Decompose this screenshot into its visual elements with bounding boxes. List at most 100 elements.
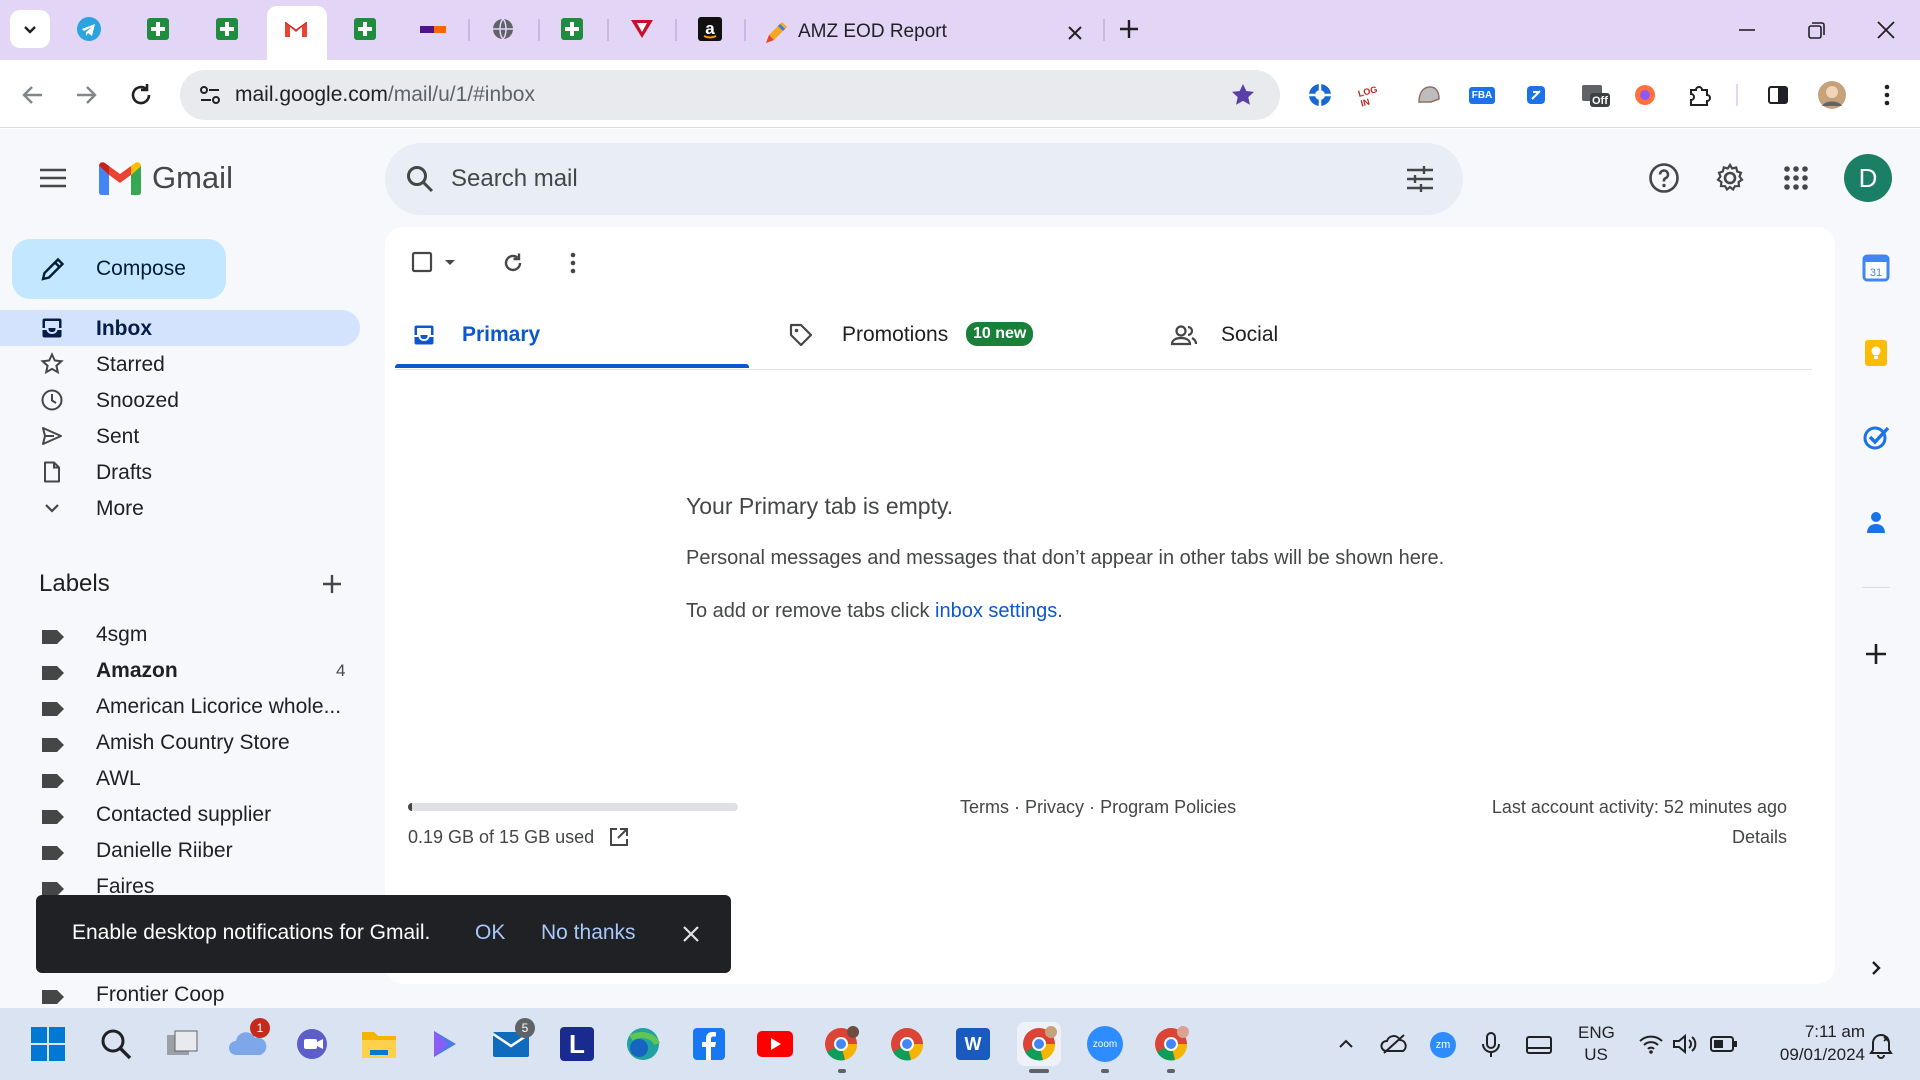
storage-usage[interactable]: 0.19 GB of 15 GB used [408, 826, 630, 848]
minimize-window-button[interactable] [1735, 20, 1759, 40]
support-button[interactable] [1648, 162, 1680, 194]
external-link-icon[interactable] [608, 826, 630, 848]
sheets-tab-icon[interactable] [350, 14, 380, 44]
microphone-icon[interactable] [1480, 1031, 1502, 1059]
main-menu-button[interactable] [38, 166, 68, 190]
weather-app[interactable]: 1 [226, 1018, 270, 1066]
address-bar[interactable]: mail.google.com/mail/u/1/#inbox [180, 70, 1280, 120]
chrome-profile-app[interactable] [819, 1022, 863, 1066]
details-link[interactable]: Details [1732, 827, 1787, 848]
account-avatar[interactable]: D [1844, 154, 1892, 202]
sheets-tab-icon[interactable] [212, 14, 242, 44]
extensions-puzzle-icon[interactable] [1684, 80, 1714, 110]
keep-app-icon[interactable] [1861, 338, 1891, 368]
mail-app[interactable]: 5 [489, 1018, 535, 1066]
sidebar-item-more[interactable]: More [0, 490, 360, 526]
chrome-profile-app-2[interactable] [1149, 1022, 1193, 1066]
tab-social[interactable]: Social [1160, 297, 1514, 369]
close-window-button[interactable] [1875, 19, 1897, 41]
caret-down-icon[interactable] [442, 254, 458, 270]
inbox-settings-link[interactable]: inbox settings [935, 600, 1057, 622]
language-indicator[interactable]: ENG US [1578, 1022, 1615, 1066]
back-button[interactable] [20, 82, 46, 108]
sidebar-item-inbox[interactable]: Inbox [0, 310, 360, 346]
tab-promotions[interactable]: Promotions 10 new [778, 297, 1132, 369]
settings-button[interactable] [1714, 162, 1746, 194]
label-item[interactable]: AWL [0, 761, 360, 797]
volume-icon[interactable] [1672, 1033, 1698, 1055]
edge-app[interactable] [621, 1022, 665, 1066]
extension-login-icon[interactable]: LOG IN [1357, 80, 1389, 110]
more-actions-button[interactable] [569, 251, 577, 275]
label-item[interactable]: Contacted supplier [0, 797, 360, 833]
gmail-logo[interactable]: Gmail [96, 160, 233, 196]
extension-lifebuoy-icon[interactable] [1305, 80, 1335, 110]
start-button[interactable] [26, 1022, 70, 1066]
show-hidden-icons-button[interactable] [1336, 1034, 1356, 1054]
label-item[interactable]: Danielle Riiber [0, 833, 360, 869]
chrome-menu-icon[interactable] [1872, 80, 1902, 110]
zoom-app[interactable]: zoom [1083, 1022, 1127, 1066]
sidebar-item-snoozed[interactable]: Snoozed [0, 382, 360, 418]
label-item[interactable]: 4sgm [0, 617, 360, 653]
facebook-app[interactable] [687, 1022, 731, 1066]
new-tab-button[interactable] [1116, 16, 1142, 42]
site-info-icon[interactable] [198, 84, 222, 106]
google-apps-button[interactable] [1783, 165, 1809, 191]
copilot-app[interactable] [423, 1022, 467, 1066]
calendar-app-icon[interactable]: 31 [1861, 253, 1891, 283]
program-policies-link[interactable]: Program Policies [1100, 797, 1236, 817]
globe-tab-icon[interactable] [488, 14, 518, 44]
sheets-tab-icon[interactable] [143, 14, 173, 44]
snackbar-no-thanks-button[interactable]: No thanks [541, 921, 636, 945]
clock[interactable]: 7:11 am 09/01/2024 [1755, 1020, 1865, 1066]
avalanche-tab-icon[interactable] [627, 14, 657, 44]
extension-firefox-icon[interactable] [1630, 80, 1660, 110]
amz-eod-report-tab[interactable]: AMZ EOD Report [752, 6, 1090, 60]
search-options-icon[interactable] [1405, 165, 1435, 193]
tab-primary[interactable]: Primary [395, 297, 749, 369]
fedex-tab-icon[interactable] [419, 14, 449, 44]
tab-search-button[interactable] [10, 10, 50, 48]
label-item[interactable]: Amazon 4 [0, 653, 360, 689]
contacts-app-icon[interactable] [1861, 507, 1891, 537]
extension-tag-icon[interactable] [1521, 80, 1551, 110]
taskbar-search-button[interactable] [94, 1022, 138, 1066]
teams-app[interactable] [291, 1022, 335, 1066]
profile-avatar-icon[interactable] [1817, 80, 1847, 110]
chrome-profile-active-app[interactable] [1017, 1022, 1061, 1066]
word-app[interactable]: W [951, 1022, 995, 1066]
label-item[interactable]: American Licorice whole... [0, 689, 360, 725]
notifications-icon[interactable] [1868, 1031, 1894, 1059]
search-bar[interactable]: Search mail [385, 143, 1463, 215]
search-icon[interactable] [405, 164, 435, 194]
onedrive-icon[interactable] [1380, 1033, 1408, 1055]
label-item[interactable]: Amish Country Store [0, 725, 360, 761]
bookmark-star-icon[interactable] [1230, 82, 1256, 108]
tasks-app-icon[interactable] [1861, 422, 1891, 452]
show-side-panel-button[interactable] [1861, 953, 1891, 983]
sidebar-item-starred[interactable]: Starred [0, 346, 360, 382]
restore-window-button[interactable] [1805, 20, 1827, 42]
compose-button[interactable]: Compose [12, 239, 226, 299]
extension-fba-icon[interactable]: FBA [1467, 80, 1497, 110]
sidebar-item-sent[interactable]: Sent [0, 418, 360, 454]
forward-button[interactable] [73, 82, 99, 108]
reload-button[interactable] [127, 81, 155, 109]
amazon-tab-icon[interactable]: a [695, 14, 725, 44]
extension-helmet-icon[interactable] [1413, 80, 1443, 110]
battery-icon[interactable] [1710, 1035, 1738, 1053]
task-view-button[interactable] [160, 1022, 204, 1066]
l-app[interactable]: L [555, 1022, 599, 1066]
youtube-app[interactable] [753, 1022, 797, 1066]
privacy-link[interactable]: Privacy [1025, 797, 1084, 817]
search-input[interactable]: Search mail [451, 165, 578, 193]
close-tab-icon[interactable] [1064, 22, 1086, 44]
snackbar-close-icon[interactable] [681, 924, 701, 944]
zoom-tray-icon[interactable]: zm [1430, 1032, 1456, 1058]
create-label-button[interactable] [320, 572, 344, 596]
chrome-app[interactable] [885, 1022, 929, 1066]
wifi-icon[interactable] [1638, 1033, 1664, 1055]
snackbar-ok-button[interactable]: OK [475, 921, 505, 945]
side-panel-icon[interactable] [1763, 80, 1793, 110]
